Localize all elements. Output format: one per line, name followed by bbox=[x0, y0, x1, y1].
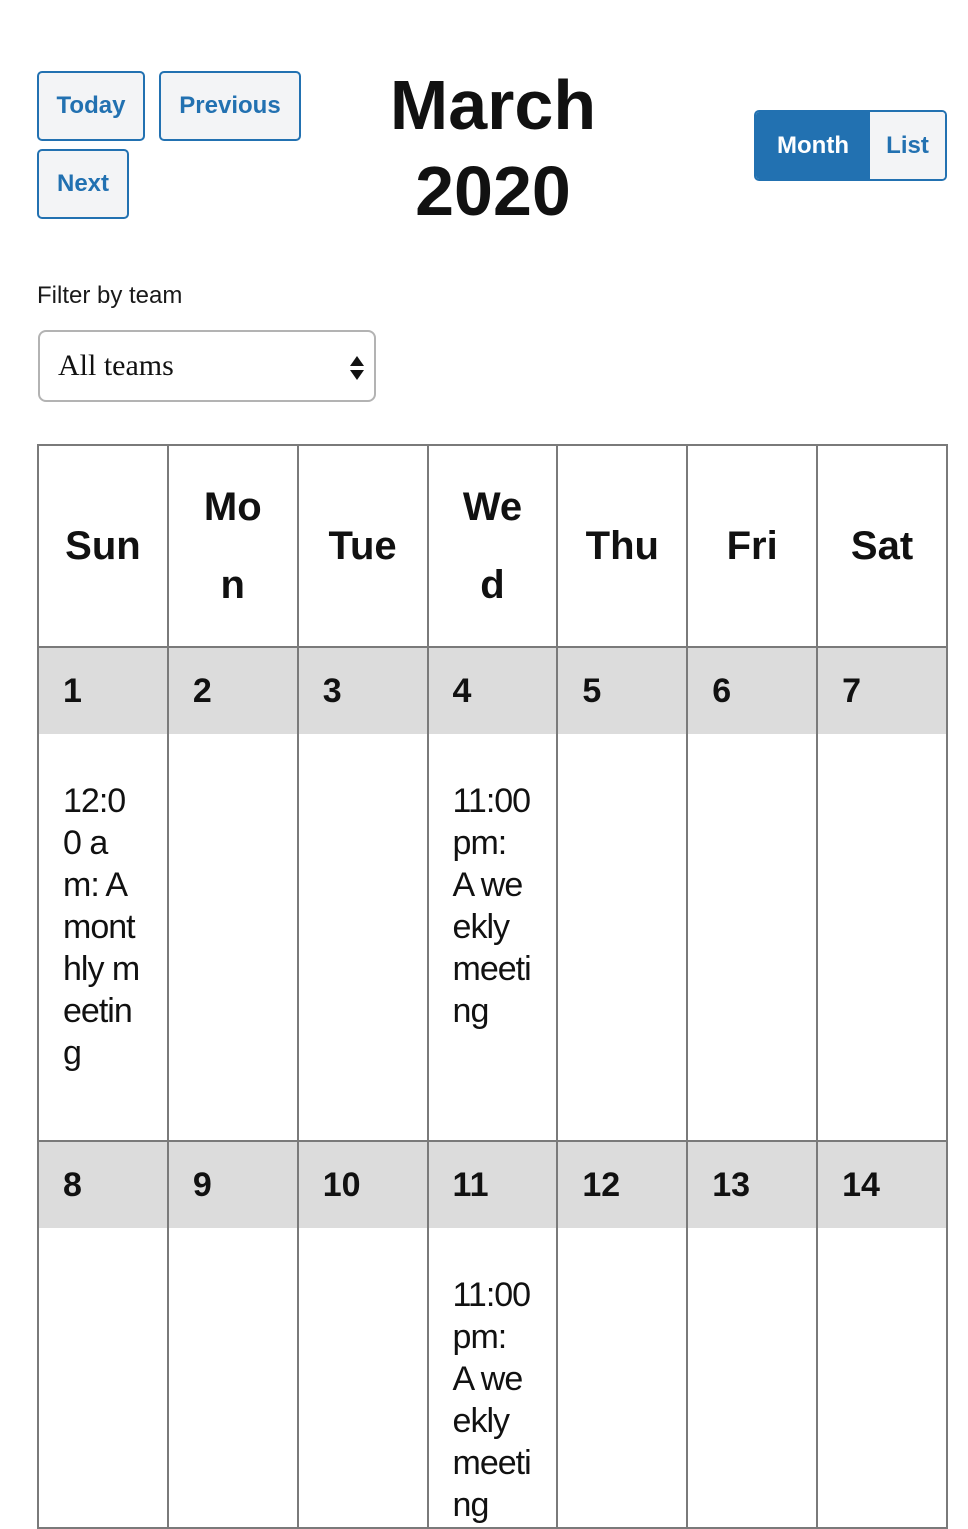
calendar-toolbar: Today Previous Next March 2020 Month Lis… bbox=[0, 0, 968, 240]
day-number: 8 bbox=[37, 1140, 169, 1228]
day-events-cell bbox=[166, 1228, 299, 1529]
day-number: 14 bbox=[816, 1140, 948, 1228]
view-switcher: Month List bbox=[754, 110, 947, 181]
events-row: 12:00 am: A monthly meeting 11:00 pm: A … bbox=[37, 734, 948, 1142]
team-filter-value: All teams bbox=[58, 349, 174, 382]
day-events-cell bbox=[37, 1228, 169, 1529]
day-events-cell bbox=[816, 734, 948, 1142]
day-events-cell bbox=[686, 1228, 819, 1529]
day-events-cell bbox=[816, 1228, 948, 1529]
calendar-event[interactable]: 11:00 pm: A weekly meeting bbox=[453, 782, 532, 1030]
weekday-header-row: Sun Mon Tue Wed Thu Fri Sat bbox=[37, 444, 948, 648]
day-number: 5 bbox=[556, 646, 689, 734]
list-view-button[interactable]: List bbox=[870, 112, 945, 179]
date-row: 8 9 10 11 12 13 14 bbox=[37, 1140, 948, 1228]
weekday-header: Thu bbox=[556, 444, 689, 648]
weekday-header: Tue bbox=[296, 444, 429, 648]
day-number: 7 bbox=[816, 646, 948, 734]
weekday-header: Sun bbox=[37, 444, 169, 648]
day-events-cell bbox=[556, 734, 689, 1142]
date-row: 1 2 3 4 5 6 7 bbox=[37, 646, 948, 734]
day-number: 2 bbox=[166, 646, 299, 734]
day-number: 9 bbox=[166, 1140, 299, 1228]
calendar-event[interactable]: 11:00 pm: A weekly meeting bbox=[453, 1276, 532, 1524]
day-events-cell bbox=[556, 1228, 689, 1529]
events-row: 11:00 pm: A weekly meeting bbox=[37, 1228, 948, 1529]
day-number: 3 bbox=[296, 646, 429, 734]
day-events-cell bbox=[166, 734, 299, 1142]
day-number: 10 bbox=[296, 1140, 429, 1228]
weekday-header: Fri bbox=[686, 444, 819, 648]
day-number: 6 bbox=[686, 646, 819, 734]
day-number: 4 bbox=[426, 646, 559, 734]
month-view-button[interactable]: Month bbox=[756, 112, 870, 179]
day-number: 1 bbox=[37, 646, 169, 734]
day-events-cell bbox=[686, 734, 819, 1142]
day-number: 13 bbox=[686, 1140, 819, 1228]
day-events-cell: 12:00 am: A monthly meeting bbox=[37, 734, 169, 1142]
day-events-cell bbox=[296, 1228, 429, 1529]
previous-button[interactable]: Previous bbox=[159, 71, 301, 141]
calendar-grid: Sun Mon Tue Wed Thu Fri Sat 1 2 3 4 5 6 … bbox=[37, 444, 948, 1529]
next-button[interactable]: Next bbox=[37, 149, 129, 219]
weekday-header: Wed bbox=[426, 444, 559, 648]
weekday-header: Mon bbox=[166, 444, 299, 648]
today-button[interactable]: Today bbox=[37, 71, 145, 141]
day-events-cell: 11:00 pm: A weekly meeting bbox=[426, 1228, 559, 1529]
day-events-cell bbox=[296, 734, 429, 1142]
team-filter-select[interactable]: All teams bbox=[38, 330, 376, 402]
day-number: 12 bbox=[556, 1140, 689, 1228]
select-arrows-icon bbox=[350, 356, 364, 380]
weekday-header: Sat bbox=[816, 444, 948, 648]
day-number: 11 bbox=[426, 1140, 559, 1228]
filter-label: Filter by team bbox=[37, 282, 183, 309]
day-events-cell: 11:00 pm: A weekly meeting bbox=[426, 734, 559, 1142]
calendar-title: March 2020 bbox=[389, 66, 597, 230]
calendar-event[interactable]: 12:00 am: A monthly meeting bbox=[63, 782, 140, 1072]
